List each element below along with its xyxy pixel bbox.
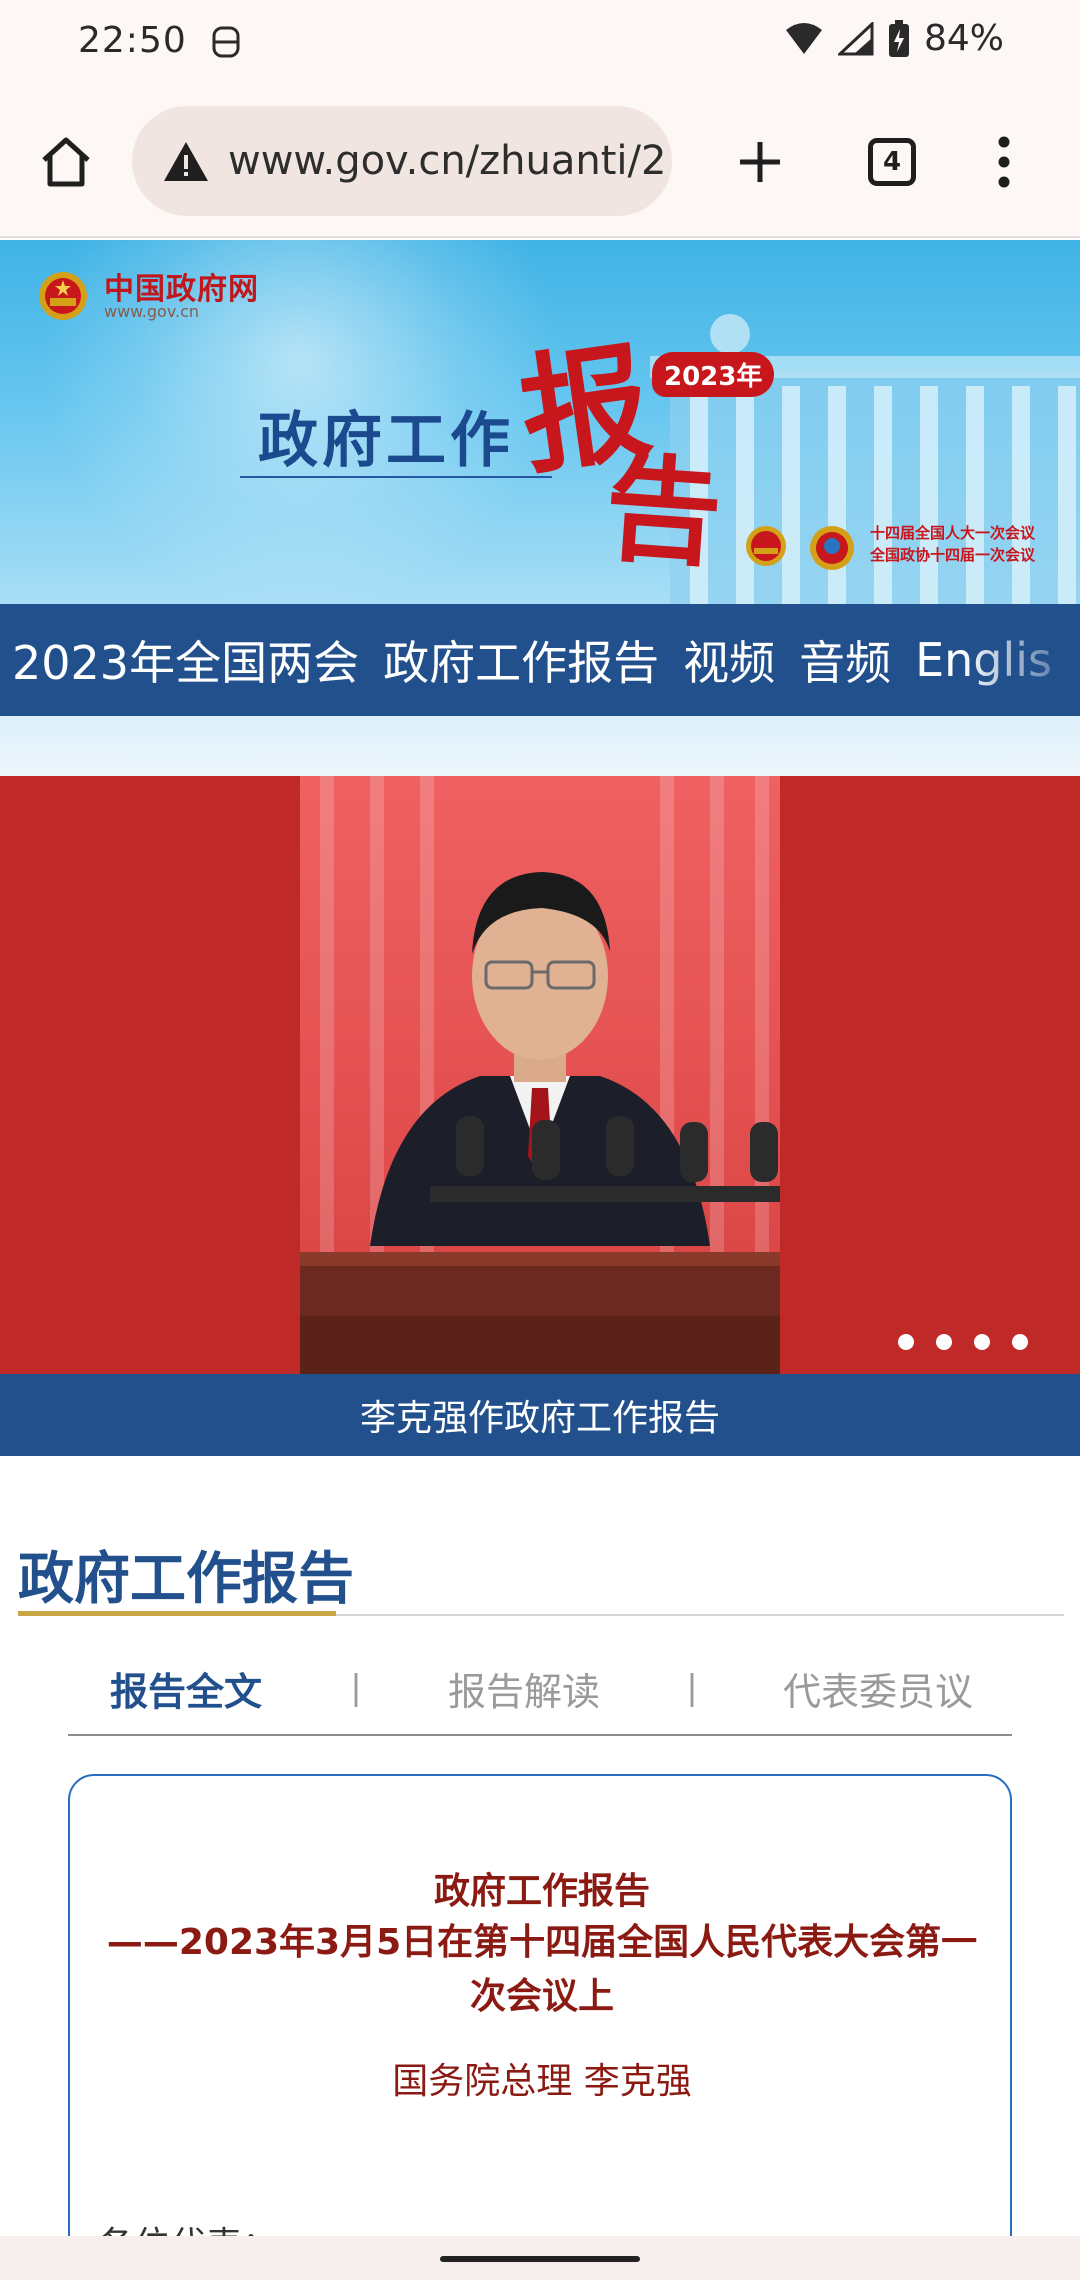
tab-full-text[interactable]: 报告全文 <box>68 1661 304 1716</box>
report-tabs: 报告全文 | 报告解读 | 代表委员议 <box>68 1640 1012 1736</box>
tab-switcher-button[interactable]: 4 <box>854 124 930 200</box>
battery-level: 84% <box>923 18 1004 59</box>
status-time: 22:50 <box>78 20 187 61</box>
nav-item-work-report[interactable]: 政府工作报告 <box>383 627 659 693</box>
carousel-photo[interactable] <box>300 776 780 1374</box>
photo-carousel[interactable] <box>0 776 1080 1374</box>
carousel-dot[interactable] <box>974 1334 990 1350</box>
tab-count: 4 <box>868 138 916 186</box>
meeting-info: 十四届全国人大一次会议 全国政协十四届一次会议 <box>870 522 1035 566</box>
url-bar[interactable]: www.gov.cn/zhuanti/2 <box>132 106 672 216</box>
signal-icon <box>837 21 874 55</box>
main-nav: 2023年全国两会 政府工作报告 视频 音频 Englis <box>0 604 1080 716</box>
meeting-line-1: 十四届全国人大一次会议 <box>870 524 1036 542</box>
gesture-handle[interactable] <box>440 2256 640 2262</box>
nav-fade <box>960 604 1080 716</box>
wifi-icon <box>785 22 822 54</box>
nav-item-two-sessions[interactable]: 2023年全国两会 <box>12 627 359 693</box>
carousel-dot[interactable] <box>936 1334 952 1350</box>
section-title: 政府工作报告 <box>18 1547 354 1612</box>
carousel-dot[interactable] <box>898 1334 914 1350</box>
new-tab-button[interactable] <box>722 124 798 200</box>
url-text: www.gov.cn/zhuanti/2 <box>228 138 667 184</box>
section-title-underline <box>18 1611 336 1616</box>
report-card[interactable]: 政府工作报告 ——2023年3月5日在第十四届全国人民代表大会第一次会议上 国务… <box>68 1774 1012 2280</box>
speaker-photo <box>300 776 780 1374</box>
banner-title-underline <box>240 476 552 478</box>
meeting-line-2: 全国政协十四届一次会议 <box>870 546 1036 564</box>
status-right: 84% <box>784 18 1004 59</box>
tab-delegates-discuss[interactable]: 代表委员议 <box>744 1661 1012 1716</box>
national-emblem-icon <box>39 272 87 320</box>
year-badge: 2023年 <box>652 352 775 397</box>
system-nav-bar <box>0 2236 1080 2280</box>
tab-separator: | <box>686 1668 698 1708</box>
battery-charging-icon <box>888 19 909 57</box>
menu-button[interactable] <box>966 124 1042 200</box>
plus-icon <box>740 142 780 182</box>
site-logo-domain: www.gov.cn <box>104 302 200 321</box>
carousel-dot[interactable] <box>1012 1334 1028 1350</box>
report-author: 国务院总理 李克强 <box>392 2061 692 2102</box>
home-button[interactable] <box>28 124 104 200</box>
carousel-indicators <box>898 1334 1028 1350</box>
warning-icon <box>164 142 208 181</box>
decorative-strip <box>0 716 1080 776</box>
more-vert-icon <box>998 136 1010 188</box>
report-title: 政府工作报告 <box>433 1871 650 1912</box>
lens-icon <box>212 26 240 58</box>
tab-interpretation[interactable]: 报告解读 <box>408 1661 640 1716</box>
tabs-divider <box>68 1734 1012 1736</box>
nav-item-video[interactable]: 视频 <box>683 627 775 693</box>
report-subtitle: ——2023年3月5日在第十四届全国人民代表大会第一次会议上 <box>106 1922 978 2017</box>
cppcc-emblem-icon <box>810 526 854 570</box>
tab-separator: | <box>350 1668 362 1708</box>
home-icon <box>42 137 90 187</box>
carousel-caption[interactable]: 李克强作政府工作报告 <box>0 1374 1080 1456</box>
browser-toolbar: www.gov.cn/zhuanti/2 4 <box>0 84 1080 238</box>
npc-emblem-icon <box>746 526 786 566</box>
status-bar: 22:50 84% <box>0 0 1080 84</box>
banner-title: 政府工作 <box>258 406 514 476</box>
header-banner: 中国政府网 www.gov.cn 政府工作 报 告 2023年 十四届全国人大一… <box>0 240 1080 604</box>
banner-big-char-2: 告 <box>600 440 726 584</box>
nav-item-audio[interactable]: 音频 <box>799 627 891 693</box>
